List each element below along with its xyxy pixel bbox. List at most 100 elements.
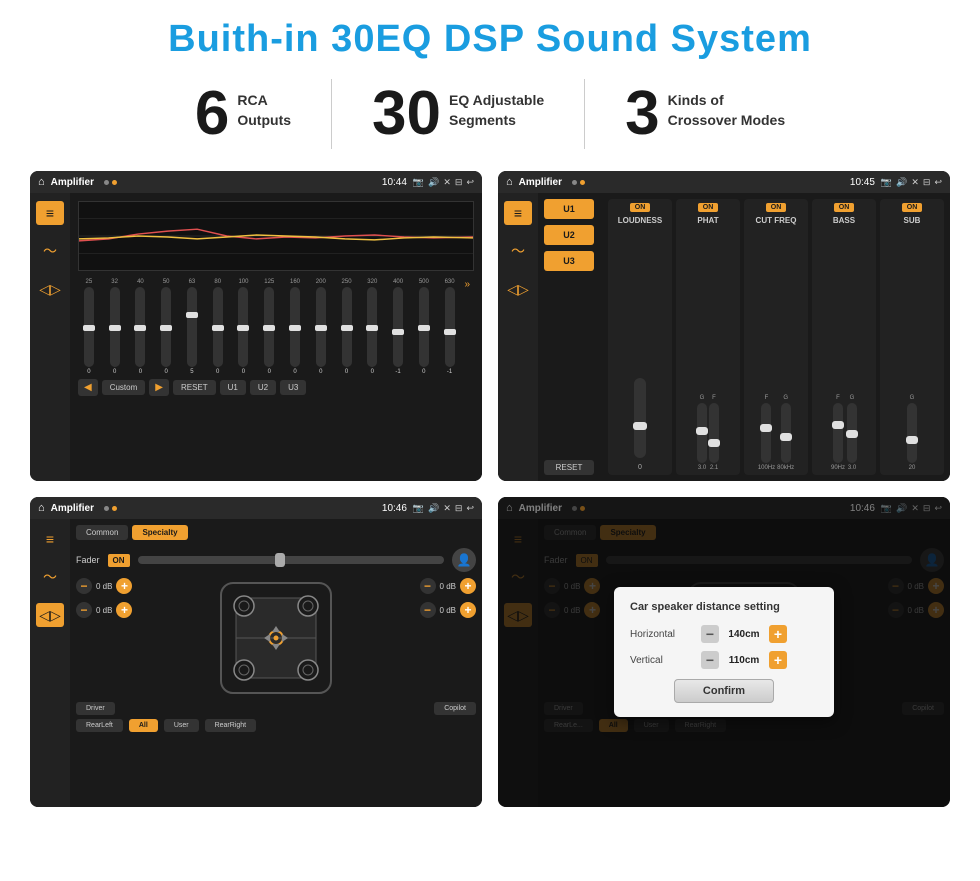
spec-home-icon[interactable]: ⌂: [38, 502, 45, 514]
db-plus-fr[interactable]: +: [460, 578, 476, 594]
c-eq-icon[interactable]: ≡: [504, 201, 532, 225]
bass-g-slider[interactable]: [847, 403, 857, 463]
bass-f-slider[interactable]: [833, 403, 843, 463]
freq-125: 125: [264, 279, 274, 285]
slider-track-25[interactable]: [84, 287, 94, 367]
slider-track-63[interactable]: [187, 287, 197, 367]
tab-specialty[interactable]: Specialty: [132, 525, 187, 540]
tab-common[interactable]: Common: [76, 525, 128, 540]
db-minus-fl[interactable]: −: [76, 578, 92, 594]
status-dots: [104, 180, 117, 185]
sp-eq-icon[interactable]: ≡: [36, 527, 64, 551]
btn-rearleft[interactable]: RearLeft: [76, 719, 123, 732]
db-plus-rr[interactable]: +: [460, 602, 476, 618]
loudness-slider[interactable]: [634, 378, 646, 458]
eq-screen-card: ⌂ Amplifier 10:44 📷 🔊 ✕ ⊟ ↩ ≡ 〜: [30, 171, 482, 481]
slider-track-80[interactable]: [213, 287, 223, 367]
vertical-plus-btn[interactable]: +: [769, 651, 787, 669]
phat-on[interactable]: ON: [698, 203, 719, 212]
preset-u1[interactable]: U1: [544, 199, 594, 219]
cutfreq-g-slider[interactable]: [781, 403, 791, 463]
freq-100: 100: [238, 279, 248, 285]
db-plus-rl[interactable]: +: [116, 602, 132, 618]
fader-on-badge[interactable]: ON: [108, 554, 130, 567]
freq-500: 500: [419, 279, 429, 285]
c-speaker-icon[interactable]: ◁▷: [504, 277, 532, 301]
expand-btn[interactable]: »: [460, 279, 474, 290]
bass-on[interactable]: ON: [834, 203, 855, 212]
c-wave-icon[interactable]: 〜: [504, 239, 532, 263]
s-back-icon[interactable]: ↩: [466, 503, 474, 514]
freq-25: 25: [86, 279, 93, 285]
db-minus-fr[interactable]: −: [420, 578, 436, 594]
eq-play-btn[interactable]: ▶: [149, 379, 169, 396]
profile-btn[interactable]: 👤: [452, 548, 476, 572]
cutfreq-f-slider[interactable]: [761, 403, 771, 463]
slider-track-250[interactable]: [342, 287, 352, 367]
right-controls: − 0 dB + − 0 dB +: [354, 578, 476, 698]
btn-user[interactable]: User: [164, 719, 199, 732]
db-minus-rl[interactable]: −: [76, 602, 92, 618]
eq-u1-btn[interactable]: U1: [220, 380, 246, 395]
home-icon[interactable]: ⌂: [38, 176, 45, 188]
eq-sidebar-speaker-icon[interactable]: ◁▷: [36, 277, 64, 301]
back-icon[interactable]: ↩: [466, 177, 474, 188]
preset-u3[interactable]: U3: [544, 251, 594, 271]
eq-custom-btn[interactable]: Custom: [102, 380, 146, 395]
bottom-controls: Driver Copilot: [76, 702, 476, 715]
c-back-icon[interactable]: ↩: [934, 177, 942, 188]
slider-track-125[interactable]: [264, 287, 274, 367]
eq-prev-btn[interactable]: ◀: [78, 379, 98, 396]
phat-f-slider[interactable]: [709, 403, 719, 463]
eq-u2-btn[interactable]: U2: [250, 380, 276, 395]
vertical-minus-btn[interactable]: −: [701, 651, 719, 669]
slider-track-500[interactable]: [419, 287, 429, 367]
btn-copilot[interactable]: Copilot: [434, 702, 476, 715]
slider-track-40[interactable]: [135, 287, 145, 367]
sub-g-slider[interactable]: [907, 403, 917, 463]
slider-track-100[interactable]: [238, 287, 248, 367]
slider-thumb-50: [160, 325, 172, 331]
fader-slider[interactable]: [138, 556, 444, 564]
db-plus-fl[interactable]: +: [116, 578, 132, 594]
crossover-reset-btn[interactable]: RESET: [544, 460, 594, 475]
sp-speaker-icon[interactable]: ◁▷: [36, 603, 64, 627]
slider-track-630[interactable]: [445, 287, 455, 367]
sp-wave-icon[interactable]: 〜: [36, 565, 64, 589]
panel-bass: ON BASS F 90Hz: [812, 199, 876, 475]
crossover-status-icons: 📷 🔊 ✕ ⊟ ↩: [881, 177, 942, 188]
slider-track-400[interactable]: [393, 287, 403, 367]
c-minimize-icon[interactable]: ⊟: [923, 177, 931, 188]
eq-reset-btn[interactable]: RESET: [173, 380, 216, 395]
db-minus-rr[interactable]: −: [420, 602, 436, 618]
loudness-on[interactable]: ON: [630, 203, 651, 212]
sub-on[interactable]: ON: [902, 203, 923, 212]
cutfreq-on[interactable]: ON: [766, 203, 787, 212]
slider-track-200[interactable]: [316, 287, 326, 367]
slider-track-320[interactable]: [367, 287, 377, 367]
horizontal-plus-btn[interactable]: +: [769, 625, 787, 643]
eq-screen-content: ≡ 〜 ◁▷: [30, 193, 482, 481]
btn-all[interactable]: All: [129, 719, 158, 732]
slider-track-160[interactable]: [290, 287, 300, 367]
confirm-button[interactable]: Confirm: [674, 679, 774, 703]
page-container: Buith-in 30EQ DSP Sound System 6 RCA Out…: [0, 0, 980, 881]
c-close-icon[interactable]: ✕: [911, 177, 919, 188]
horizontal-minus-btn[interactable]: −: [701, 625, 719, 643]
eq-sidebar-wave-icon[interactable]: 〜: [36, 239, 64, 263]
s-close-icon[interactable]: ✕: [443, 503, 451, 514]
slider-track-50[interactable]: [161, 287, 171, 367]
preset-u2[interactable]: U2: [544, 225, 594, 245]
minimize-icon[interactable]: ⊟: [455, 177, 463, 188]
close-icon[interactable]: ✕: [443, 177, 451, 188]
eq-sidebar-eq-icon[interactable]: ≡: [36, 201, 64, 225]
btn-driver[interactable]: Driver: [76, 702, 115, 715]
phat-g-slider[interactable]: [697, 403, 707, 463]
s-minimize-icon[interactable]: ⊟: [455, 503, 463, 514]
eq-u3-btn[interactable]: U3: [280, 380, 306, 395]
btn-rearright[interactable]: RearRight: [205, 719, 257, 732]
sub-g-thumb: [906, 436, 918, 444]
slider-thumb-500: [418, 325, 430, 331]
crossover-home-icon[interactable]: ⌂: [506, 176, 513, 188]
slider-track-32[interactable]: [110, 287, 120, 367]
